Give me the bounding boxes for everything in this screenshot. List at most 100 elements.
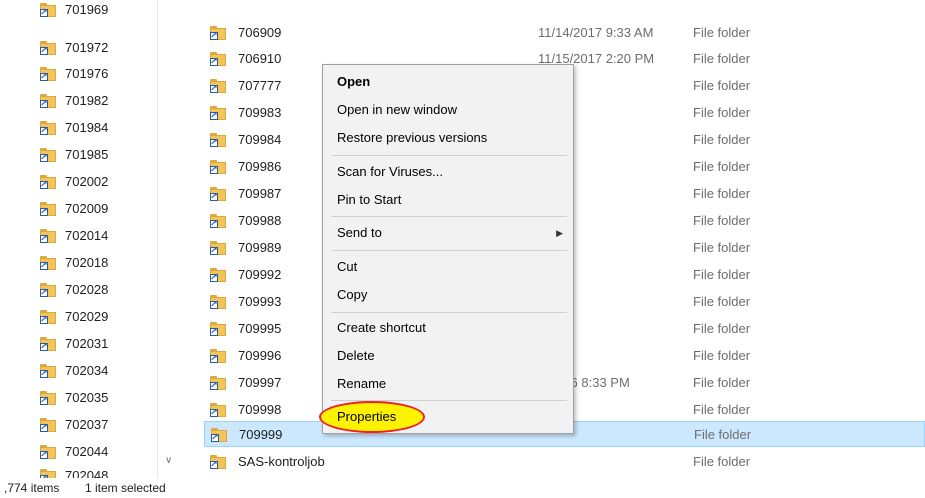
file-name: 709996: [238, 348, 282, 363]
folder-shortcut-icon: [40, 283, 56, 299]
menu-item-scan-for-viruses[interactable]: Scan for Viruses...: [323, 159, 573, 185]
file-type: File folder: [693, 375, 751, 390]
folder-shortcut-icon: [40, 41, 56, 57]
folder-shortcut-icon: [40, 418, 56, 434]
folder-shortcut-icon: [210, 26, 226, 42]
nav-folder-item[interactable]: 701984: [40, 118, 108, 138]
nav-folder-label: 701969: [65, 2, 109, 17]
menu-item-send-to[interactable]: Send to ▶: [323, 220, 573, 246]
nav-folder-item[interactable]: 701982: [40, 91, 108, 111]
file-name: 709987: [238, 186, 282, 201]
file-name: 709989: [238, 240, 282, 255]
menu-item-pin-to-start[interactable]: Pin to Start: [323, 187, 573, 213]
file-type: File folder: [693, 294, 751, 309]
menu-separator: [331, 155, 567, 156]
menu-separator: [331, 312, 567, 313]
file-name: SAS-kontroljob: [238, 454, 325, 469]
folder-shortcut-icon: [40, 445, 56, 461]
file-type: File folder: [693, 454, 751, 469]
menu-item-restore-previous-versions[interactable]: Restore previous versions: [323, 125, 573, 151]
folder-shortcut-icon: [40, 3, 56, 19]
menu-item-open-new-window[interactable]: Open in new window: [323, 97, 573, 123]
nav-scrollbar[interactable]: ∨: [157, 0, 184, 478]
nav-folder-label: 702028: [65, 282, 109, 297]
nav-folder-label: 701984: [65, 120, 109, 135]
nav-folder-item[interactable]: 702048: [40, 466, 108, 478]
nav-folder-label: 701976: [65, 66, 109, 81]
menu-item-rename[interactable]: Rename: [323, 371, 573, 397]
file-type: File folder: [693, 51, 751, 66]
folder-shortcut-icon: [210, 455, 226, 471]
file-type: File folder: [693, 348, 751, 363]
nav-folder-label: 701985: [65, 147, 109, 162]
file-name: 709984: [238, 132, 282, 147]
nav-folder-item[interactable]: 702009: [40, 199, 108, 219]
nav-folder-label: 701982: [65, 93, 109, 108]
nav-folder-item[interactable]: 702031: [40, 334, 108, 354]
nav-folder-item[interactable]: 702034: [40, 361, 108, 381]
folder-shortcut-icon: [40, 148, 56, 164]
file-row[interactable]: 706909 11/14/2017 9:33 AM File folder: [204, 20, 925, 46]
nav-folder-item[interactable]: 702029: [40, 307, 108, 327]
menu-item-create-shortcut[interactable]: Create shortcut: [323, 315, 573, 341]
folder-shortcut-icon: [210, 241, 226, 257]
file-type: File folder: [693, 213, 751, 228]
nav-folder-label: 702034: [65, 363, 109, 378]
nav-folder-label: 702002: [65, 174, 109, 189]
folder-shortcut-icon: [40, 256, 56, 272]
folder-shortcut-icon: [40, 121, 56, 137]
nav-folder-label: 702029: [65, 309, 109, 324]
file-type: File folder: [693, 402, 751, 417]
file-name: 707777: [238, 78, 282, 93]
file-row[interactable]: SAS-kontroljob File folder: [204, 449, 925, 475]
nav-folder-label: 702009: [65, 201, 109, 216]
folder-shortcut-icon: [210, 79, 226, 95]
file-type: File folder: [694, 427, 752, 442]
file-date: 11/14/2017 9:33 AM: [538, 25, 654, 40]
file-name: 709995: [238, 321, 282, 336]
folder-shortcut-icon: [210, 52, 226, 68]
menu-item-properties[interactable]: Properties: [319, 401, 573, 433]
file-type: File folder: [693, 25, 751, 40]
nav-folder-label: 701972: [65, 40, 109, 55]
status-bar: ,774 items 1 item selected: [0, 478, 925, 498]
nav-folder-label: 702018: [65, 255, 109, 270]
folder-shortcut-icon: [210, 349, 226, 365]
nav-folder-item[interactable]: 701976: [40, 64, 108, 84]
nav-folder-item[interactable]: 702044: [40, 442, 108, 462]
selection-count: 1 item selected: [85, 481, 166, 495]
file-type: File folder: [693, 240, 751, 255]
nav-folder-item[interactable]: 701985: [40, 145, 108, 165]
file-type: File folder: [693, 321, 751, 336]
folder-shortcut-icon: [210, 403, 226, 419]
nav-folder-item[interactable]: 702035: [40, 388, 108, 408]
menu-separator: [331, 250, 567, 251]
nav-folder-item[interactable]: 702018: [40, 253, 108, 273]
file-name: 709997: [238, 375, 282, 390]
nav-folder-item[interactable]: 702037: [40, 415, 108, 435]
folder-shortcut-icon: [211, 428, 227, 444]
menu-item-delete[interactable]: Delete: [323, 343, 573, 369]
nav-folder-label: 702014: [65, 228, 109, 243]
nav-folder-item[interactable]: 702002: [40, 172, 108, 192]
menu-item-cut[interactable]: Cut: [323, 254, 573, 280]
scroll-down-icon[interactable]: ∨: [165, 455, 172, 466]
menu-item-copy[interactable]: Copy: [323, 282, 573, 308]
nav-folder-item[interactable]: 701972: [40, 38, 108, 58]
file-type: File folder: [693, 186, 751, 201]
nav-folder-item[interactable]: 702014: [40, 226, 108, 246]
menu-item-properties-label: Properties: [337, 409, 397, 424]
file-name: 709998: [238, 402, 282, 417]
folder-shortcut-icon: [210, 160, 226, 176]
folder-shortcut-icon: [40, 337, 56, 353]
nav-folder-item[interactable]: 702028: [40, 280, 108, 300]
file-type: File folder: [693, 132, 751, 147]
file-name: 709992: [238, 267, 282, 282]
folder-shortcut-icon: [40, 310, 56, 326]
file-name: 709983: [238, 105, 282, 120]
nav-folder-label: 702048: [65, 468, 109, 478]
menu-item-send-to-label: Send to: [337, 225, 382, 240]
nav-folder-item[interactable]: 701969: [40, 0, 108, 20]
menu-item-open[interactable]: Open: [323, 69, 573, 95]
folder-shortcut-icon: [40, 175, 56, 191]
